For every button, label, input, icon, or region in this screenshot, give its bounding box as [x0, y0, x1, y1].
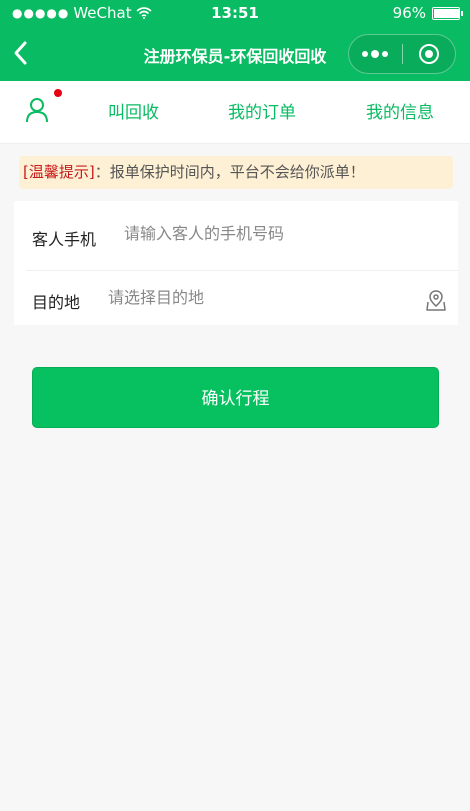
confirm-trip-button[interactable]: 确认行程 — [32, 367, 439, 428]
trip-form: 客人手机 目的地 — [14, 201, 458, 325]
more-dots-icon[interactable] — [349, 35, 402, 73]
map-pin-icon[interactable] — [426, 289, 446, 311]
user-icon[interactable] — [24, 96, 50, 124]
notification-badge — [54, 89, 62, 97]
target-close-icon[interactable] — [403, 35, 456, 73]
chevron-left-icon[interactable] — [10, 39, 32, 67]
tip-tag: [温馨提示] — [23, 163, 95, 181]
tab-my-info[interactable]: 我的信息 — [366, 98, 434, 123]
phone-label: 客人手机 — [32, 230, 97, 249]
status-bar: ●●●●● WeChat 13:51 96% — [0, 0, 470, 26]
navigation-bar: 注册环保员-环保回收回收 — [0, 26, 470, 81]
page-title: 注册环保员-环保回收回收 — [143, 47, 327, 66]
battery-percent: 96% — [392, 4, 426, 22]
tip-text: ：报单保护时间内，平台不会给你派单！ — [94, 163, 365, 181]
top-tab-bar: 叫回收 我的订单 我的信息 — [0, 81, 470, 144]
tip-banner: [温馨提示]：报单保护时间内，平台不会给你派单！ — [19, 156, 453, 189]
battery-icon — [432, 6, 463, 20]
destination-input[interactable] — [106, 287, 410, 308]
tab-call-recycle[interactable]: 叫回收 — [108, 98, 159, 123]
destination-row[interactable]: 目的地 — [14, 267, 458, 329]
tab-my-orders[interactable]: 我的订单 — [228, 98, 296, 123]
phone-row: 客人手机 — [14, 201, 458, 263]
phone-input[interactable] — [122, 223, 426, 244]
destination-label: 目的地 — [32, 293, 81, 312]
battery-info: 96% — [392, 4, 463, 22]
mini-program-capsule — [348, 34, 456, 74]
